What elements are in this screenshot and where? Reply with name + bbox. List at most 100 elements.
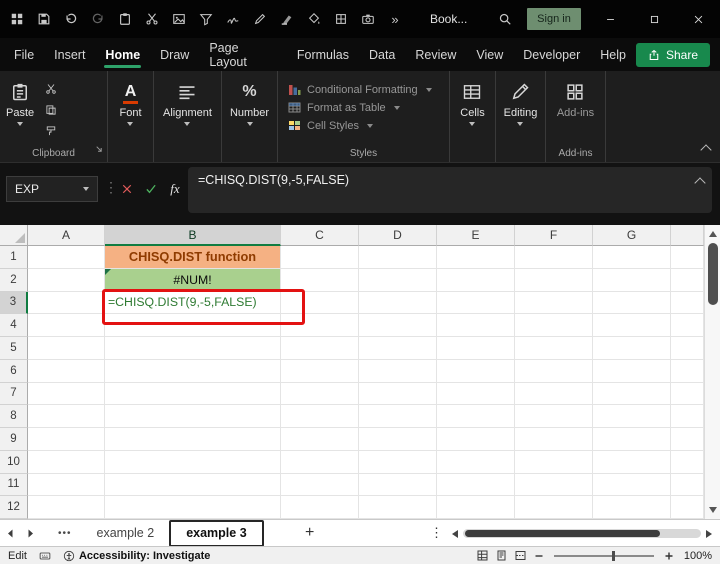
cell-F7[interactable] xyxy=(515,382,593,406)
horizontal-scroll-thumb[interactable] xyxy=(465,530,661,537)
cell-partial-7[interactable] xyxy=(671,382,704,406)
more-commands-icon[interactable]: » xyxy=(386,10,404,28)
page-layout-view-icon[interactable] xyxy=(496,550,507,561)
search-icon[interactable] xyxy=(496,10,514,28)
share-button[interactable]: Share xyxy=(635,42,710,67)
vertical-scroll-thumb[interactable] xyxy=(708,243,718,305)
cell-partial-3[interactable] xyxy=(671,291,704,315)
ink-signature-icon[interactable] xyxy=(224,10,242,28)
cell-A8[interactable] xyxy=(28,405,105,428)
cell-F12[interactable] xyxy=(515,496,593,519)
cell-G2[interactable] xyxy=(593,268,671,292)
collapse-ribbon-chevron[interactable] xyxy=(700,144,712,156)
cell-G7[interactable] xyxy=(593,382,671,406)
cell-A12[interactable] xyxy=(28,496,105,519)
cell-C12[interactable] xyxy=(281,496,359,519)
sheet-nav-left-arrow[interactable] xyxy=(0,529,20,538)
row-header-8[interactable]: 8 xyxy=(0,405,28,428)
cell-styles-button[interactable]: Cell Styles xyxy=(288,119,432,132)
fill-color-icon[interactable] xyxy=(305,10,323,28)
cell-G1[interactable] xyxy=(593,246,671,269)
cell-D1[interactable] xyxy=(359,246,437,269)
cell-E8[interactable] xyxy=(437,405,515,428)
draw-pen-icon[interactable] xyxy=(251,10,269,28)
cell-partial-4[interactable] xyxy=(671,314,704,337)
cell-A3[interactable] xyxy=(28,291,105,315)
cell-D10[interactable] xyxy=(359,450,437,474)
undo-icon[interactable] xyxy=(62,10,80,28)
cell-partial-9[interactable] xyxy=(671,428,704,451)
close-button[interactable] xyxy=(676,0,720,38)
formula-bar-handle[interactable]: ⋮ xyxy=(104,179,118,196)
accessibility-status[interactable]: Accessibility: Investigate xyxy=(63,550,210,562)
cell-B4[interactable] xyxy=(105,314,281,337)
add-sheet-button[interactable]: + xyxy=(300,524,320,542)
tab-formulas[interactable]: Formulas xyxy=(287,38,359,71)
excel-app-icon[interactable] xyxy=(8,10,26,28)
formula-input[interactable]: =CHISQ.DIST(9,-5,FALSE) xyxy=(188,167,712,213)
cancel-icon[interactable] xyxy=(117,179,137,199)
row-header-12[interactable]: 12 xyxy=(0,496,28,519)
tab-file[interactable]: File xyxy=(4,38,44,71)
sheet-list-ellipsis[interactable]: ••• xyxy=(58,528,72,539)
cell-F2[interactable] xyxy=(515,268,593,292)
cell-F8[interactable] xyxy=(515,405,593,428)
cell-B5[interactable] xyxy=(105,337,281,360)
cell-C8[interactable] xyxy=(281,405,359,428)
cell-C6[interactable] xyxy=(281,359,359,383)
column-header-B[interactable]: B xyxy=(105,225,281,246)
column-header-E[interactable]: E xyxy=(437,225,515,246)
cell-E10[interactable] xyxy=(437,450,515,474)
scroll-right-arrow[interactable] xyxy=(706,529,712,538)
camera-icon[interactable] xyxy=(359,10,377,28)
cell-E3[interactable] xyxy=(437,291,515,315)
cell-D8[interactable] xyxy=(359,405,437,428)
cell-C3[interactable] xyxy=(281,291,359,315)
cell-C10[interactable] xyxy=(281,450,359,474)
row-header-6[interactable]: 6 xyxy=(0,359,28,383)
minimize-button[interactable] xyxy=(588,0,632,38)
cell-A10[interactable] xyxy=(28,450,105,474)
cell-F11[interactable] xyxy=(515,473,593,497)
row-header-10[interactable]: 10 xyxy=(0,450,28,474)
tab-review[interactable]: Review xyxy=(405,38,466,71)
addins-button[interactable]: Add-ins xyxy=(551,76,600,123)
cell-C5[interactable] xyxy=(281,337,359,360)
cell-D4[interactable] xyxy=(359,314,437,337)
cell-F10[interactable] xyxy=(515,450,593,474)
cell-B10[interactable] xyxy=(105,450,281,474)
zoom-in-icon[interactable] xyxy=(664,551,674,561)
cell-G11[interactable] xyxy=(593,473,671,497)
cell-B12[interactable] xyxy=(105,496,281,519)
sheet-tab-example-3[interactable]: example 3 xyxy=(169,519,264,547)
cell-B8[interactable] xyxy=(105,405,281,428)
cell-E2[interactable] xyxy=(437,268,515,292)
cell-C9[interactable] xyxy=(281,428,359,451)
sheet-nav-right-arrow[interactable] xyxy=(20,529,40,538)
cell-D3[interactable] xyxy=(359,291,437,315)
tab-draw[interactable]: Draw xyxy=(150,38,199,71)
maximize-button[interactable] xyxy=(632,0,676,38)
row-header-1[interactable]: 1 xyxy=(0,246,28,269)
cell-A4[interactable] xyxy=(28,314,105,337)
cell-C11[interactable] xyxy=(281,473,359,497)
row-header-9[interactable]: 9 xyxy=(0,428,28,451)
editing-button[interactable]: Editing xyxy=(498,76,544,130)
cell-G5[interactable] xyxy=(593,337,671,360)
redo-icon[interactable] xyxy=(89,10,107,28)
tab-home[interactable]: Home xyxy=(95,38,150,71)
cell-G9[interactable] xyxy=(593,428,671,451)
sheet-tab-example-2[interactable]: example 2 xyxy=(82,520,170,547)
cell-G6[interactable] xyxy=(593,359,671,383)
cell-partial-12[interactable] xyxy=(671,496,704,519)
cell-B6[interactable] xyxy=(105,359,281,383)
vertical-scrollbar[interactable] xyxy=(704,225,720,519)
cell-partial-10[interactable] xyxy=(671,450,704,474)
filter-icon[interactable] xyxy=(197,10,215,28)
cell-F3[interactable] xyxy=(515,291,593,315)
conditional-formatting-button[interactable]: Conditional Formatting xyxy=(288,83,432,96)
paste-icon[interactable] xyxy=(116,10,134,28)
row-header-2[interactable]: 2 xyxy=(0,268,28,292)
cell-D5[interactable] xyxy=(359,337,437,360)
cell-D12[interactable] xyxy=(359,496,437,519)
